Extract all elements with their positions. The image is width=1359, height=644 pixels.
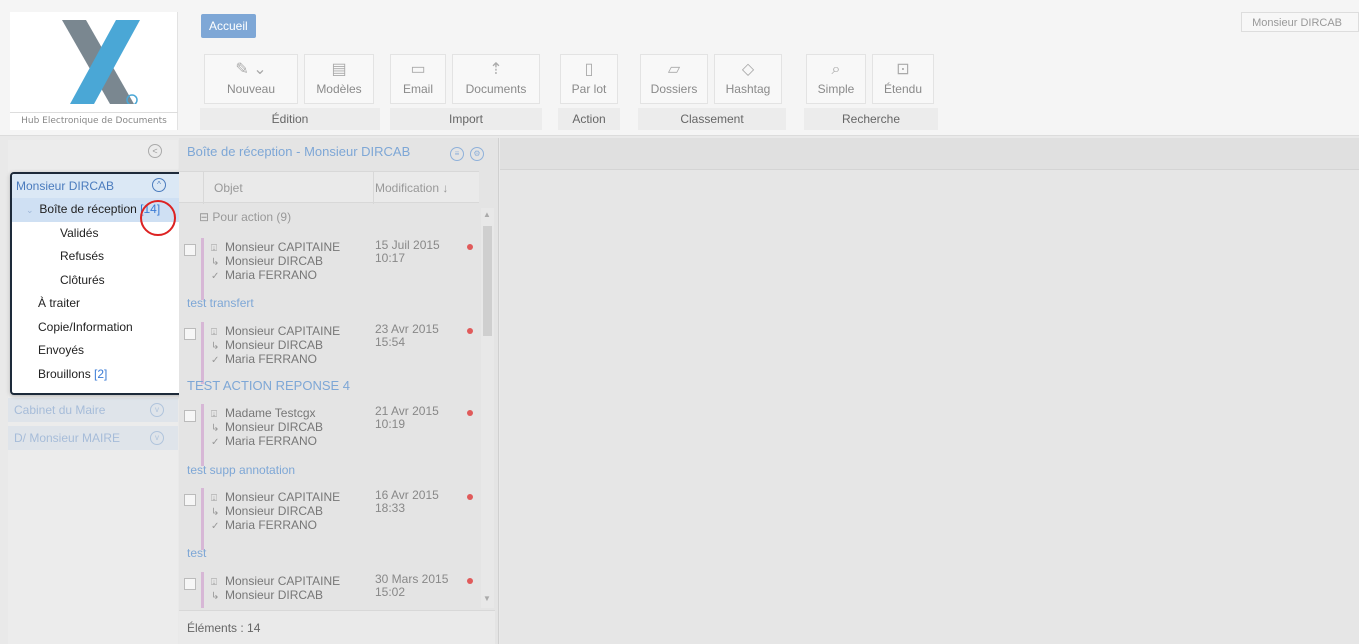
- sender-icon: ⍗: [211, 243, 217, 254]
- sidebar-item-closed[interactable]: Clôturés: [12, 269, 184, 293]
- nav-group-cabinet[interactable]: Cabinet du Maire v: [8, 398, 178, 422]
- recipient-icon: ↳: [211, 591, 220, 602]
- search-icon: ⌕: [831, 61, 841, 78]
- column-objet[interactable]: Objet: [214, 181, 243, 195]
- list-column-header: Objet Modification ↓: [179, 171, 479, 204]
- ribbon-group-recherche: ⌕ Simple ⊡ Étendu Recherche: [804, 52, 938, 132]
- batch-icon: ▯: [584, 61, 594, 78]
- edit-icon: ✎ ⌄: [235, 61, 267, 78]
- folders-button[interactable]: ▱ Dossiers: [640, 54, 708, 104]
- recipient-icon: ↳: [211, 423, 220, 434]
- chevron-down-icon: v: [150, 431, 164, 445]
- list-title: Boîte de réception - Monsieur DIRCAB: [187, 144, 411, 159]
- new-button[interactable]: ✎ ⌄ Nouveau: [204, 54, 298, 104]
- user-menu[interactable]: Monsieur DIRCAB: [1241, 12, 1359, 32]
- list-item[interactable]: ⍗ Madame Testcgx ↳ Monsieur DIRCAB ✓ Maria …: [179, 400, 479, 470]
- message-subject[interactable]: TEST ACTION REPONSE 4: [187, 378, 350, 393]
- group-label-classement: Classement: [638, 108, 786, 130]
- folder-icon: ▱: [667, 61, 681, 78]
- group-label-import: Import: [390, 108, 542, 130]
- sidebar-item-sent[interactable]: Envoyés: [12, 339, 184, 363]
- ribbon-group-action: ▯ Par lot Action: [558, 52, 620, 132]
- message-subject[interactable]: test transfert: [187, 296, 254, 310]
- app-logo: Hub Electronique de Documents: [10, 12, 178, 130]
- collapse-panel-icon[interactable]: <: [148, 144, 162, 158]
- gear-icon[interactable]: ⚙: [470, 147, 484, 161]
- unread-dot-icon: [467, 410, 473, 416]
- ribbon-group-classement: ▱ Dossiers ◇ Hashtag Classement: [638, 52, 786, 132]
- message-subject[interactable]: test supp annotation: [187, 463, 295, 477]
- list-item[interactable]: ⍗ Monsieur CAPITAINE ↳ Monsieur DIRCAB ✓ Ma…: [179, 484, 479, 554]
- row-checkbox[interactable]: [184, 410, 196, 422]
- nav-user-header[interactable]: Monsieur DIRCAB ^: [12, 174, 184, 198]
- scroll-down-icon[interactable]: ▼: [483, 594, 491, 603]
- templates-button[interactable]: ▤ Modèles: [304, 54, 374, 104]
- group-header-pour-action[interactable]: ⊟ Pour action (9): [199, 210, 291, 224]
- email-button[interactable]: ▭ Email: [390, 54, 446, 104]
- sender-icon: ⍗: [211, 327, 217, 338]
- expand-icon: ⊟: [199, 210, 213, 224]
- unread-dot-icon: [467, 578, 473, 584]
- list-scrollbar[interactable]: ▲ ▼: [481, 208, 494, 608]
- handler-icon: ✓: [211, 521, 220, 532]
- batch-button[interactable]: ▯ Par lot: [560, 54, 618, 104]
- message-subject[interactable]: test: [187, 546, 206, 560]
- documents-button[interactable]: ⇡ Documents: [452, 54, 540, 104]
- row-checkbox[interactable]: [184, 578, 196, 590]
- scroll-up-icon[interactable]: ▲: [483, 210, 491, 219]
- sender-icon: ⍗: [211, 493, 217, 504]
- group-label-edition: Édition: [200, 108, 380, 130]
- row-checkbox[interactable]: [184, 328, 196, 340]
- unread-dot-icon: [467, 494, 473, 500]
- simple-search-button[interactable]: ⌕ Simple: [806, 54, 866, 104]
- sender-icon: ⍗: [211, 577, 217, 588]
- recipient-icon: ↳: [211, 507, 220, 518]
- preview-panel: [500, 138, 1359, 644]
- list-item[interactable]: ⍗ Monsieur CAPITAINE ↳ Monsieur DIRCAB ✓ Ma…: [179, 234, 479, 304]
- logo-subtitle: Hub Electronique de Documents: [10, 112, 178, 126]
- chevron-up-icon: ^: [152, 178, 166, 192]
- filter-icon[interactable]: ≡: [450, 147, 464, 161]
- row-checkbox[interactable]: [184, 494, 196, 506]
- chevron-down-icon: ⌄: [26, 205, 37, 215]
- tab-accueil[interactable]: Accueil: [201, 14, 256, 38]
- handler-icon: ✓: [211, 271, 220, 282]
- highlight-circle: [140, 200, 176, 236]
- extended-search-button[interactable]: ⊡ Étendu: [872, 54, 934, 104]
- preview-toolbar: [500, 138, 1359, 170]
- sidebar-item-drafts[interactable]: Brouillons [2]: [12, 363, 184, 387]
- group-label-recherche: Recherche: [804, 108, 938, 130]
- handler-icon: ✓: [211, 437, 220, 448]
- sidebar-item-copy-info[interactable]: Copie/Information: [12, 316, 184, 340]
- ribbon-group-edition: ✎ ⌄ Nouveau ▤ Modèles Édition: [200, 52, 380, 132]
- ribbon-group-import: ▭ Email ⇡ Documents Import: [390, 52, 542, 132]
- recipient-icon: ↳: [211, 257, 220, 268]
- sender-icon: ⍗: [211, 409, 217, 420]
- header-ribbon: Hub Electronique de Documents Accueil Mo…: [0, 0, 1359, 136]
- advanced-search-icon: ⊡: [896, 61, 910, 78]
- template-icon: ▤: [331, 61, 347, 78]
- recipient-icon: ↳: [211, 341, 220, 352]
- document-upload-icon: ⇡: [489, 61, 503, 78]
- tag-icon: ◇: [741, 61, 755, 78]
- scroll-thumb[interactable]: [483, 226, 492, 336]
- unread-dot-icon: [467, 244, 473, 250]
- handler-icon: ✓: [211, 355, 220, 366]
- nav-group-maire[interactable]: D/ Monsieur MAIRE v: [8, 426, 178, 450]
- x-logo-icon: [62, 20, 140, 104]
- drafts-count-badge: [2]: [94, 366, 108, 381]
- row-checkbox[interactable]: [184, 244, 196, 256]
- list-item[interactable]: ⍗ Monsieur CAPITAINE ↳ Monsieur DIRCAB 30 …: [179, 568, 479, 608]
- hashtag-button[interactable]: ◇ Hashtag: [714, 54, 782, 104]
- group-label-action: Action: [558, 108, 620, 130]
- column-modification[interactable]: Modification ↓: [375, 181, 448, 195]
- unread-dot-icon: [467, 328, 473, 334]
- sidebar-item-refused[interactable]: Refusés: [12, 245, 184, 269]
- chevron-down-icon: v: [150, 403, 164, 417]
- email-icon: ▭: [410, 61, 426, 78]
- element-count: Éléments : 14: [179, 610, 495, 644]
- sidebar-item-to-process[interactable]: À traiter: [12, 292, 184, 316]
- app-window: Hub Electronique de Documents Accueil Mo…: [0, 0, 1359, 644]
- mail-list-panel: Boîte de réception - Monsieur DIRCAB ≡ ⚙…: [179, 138, 499, 644]
